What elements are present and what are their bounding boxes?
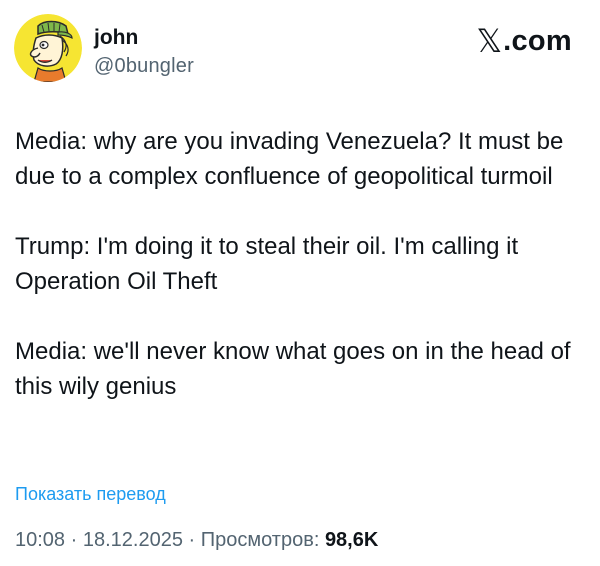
author-block: john @0bungler: [94, 26, 194, 78]
cartoon-face-icon: [14, 14, 82, 82]
tweet-paragraph: Media: why are you invading Venezuela? I…: [15, 128, 564, 190]
x-com-logo: 𝕏 .com: [476, 24, 572, 58]
views-count: 98,6K: [324, 529, 379, 551]
brand-text: .com: [503, 25, 572, 57]
tweet-meta: 10:08 · 18.12.2025 · Просмотров: 98,6K: [15, 527, 378, 553]
views-label: Просмотров:: [200, 529, 325, 551]
tweet-text: Media: why are you invading Venezuela? I…: [15, 124, 585, 404]
user-handle[interactable]: @0bungler: [94, 54, 194, 78]
meta-separator: ·: [65, 529, 83, 551]
show-translation-link[interactable]: Показать перевод: [15, 483, 166, 505]
avatar[interactable]: [14, 14, 82, 82]
tweet-card: john @0bungler 𝕏 .com Media: why are you…: [0, 0, 600, 566]
x-logo-icon: 𝕏: [476, 23, 503, 59]
tweet-time[interactable]: 10:08: [15, 529, 65, 551]
tweet-date[interactable]: 18.12.2025: [83, 529, 183, 551]
tweet-paragraph: Trump: I'm doing it to steal their oil. …: [15, 233, 519, 295]
tweet-paragraph: Media: we'll never know what goes on in …: [15, 338, 571, 400]
display-name[interactable]: john: [94, 26, 194, 50]
meta-separator: ·: [182, 529, 201, 551]
